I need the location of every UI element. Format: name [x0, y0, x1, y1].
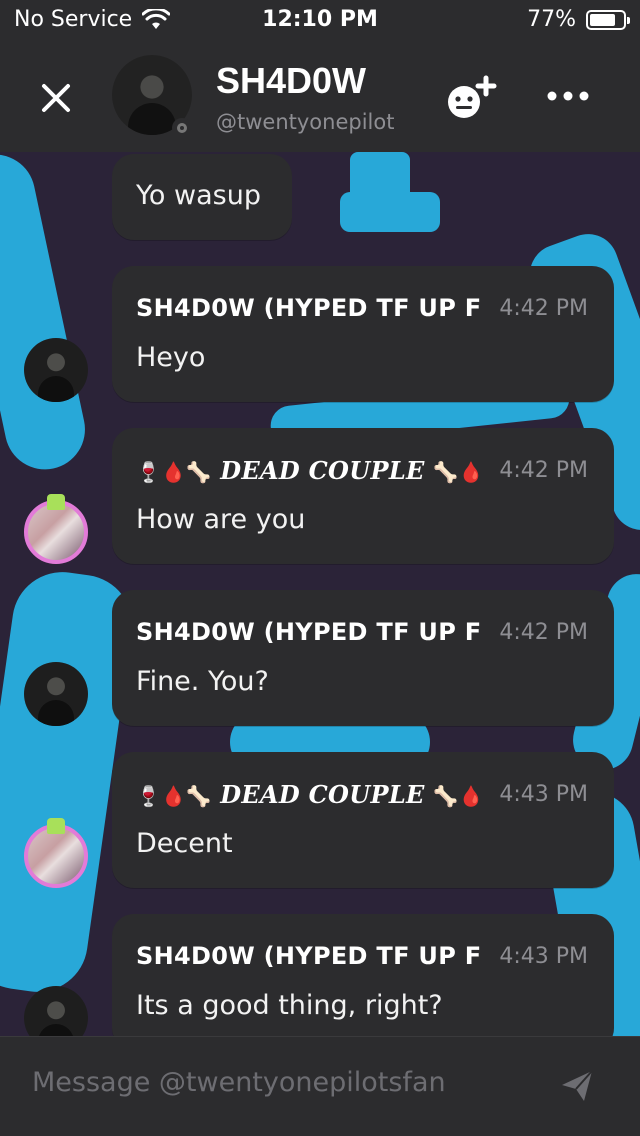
avatar[interactable] [24, 662, 88, 726]
author-name: DEAD COUPLE [220, 456, 425, 485]
status-bar: No Service 12:10 PM 77% [0, 0, 640, 40]
message-time: 4:42 PM [499, 458, 588, 483]
message-text: Fine. You? [136, 666, 269, 697]
message-bubble[interactable]: SH4D0W (HYPED TF UP FO 4:42 PM Heyo [112, 266, 614, 402]
author-suffix: 🦴🩸 [433, 460, 480, 484]
battery-icon [586, 9, 630, 30]
more-icon[interactable] [546, 88, 590, 104]
message-time: 4:42 PM [499, 620, 588, 645]
close-icon[interactable] [36, 78, 76, 118]
dm-header: SH4D0W @twentyonepilot [0, 40, 640, 152]
message-bubble[interactable]: SH4D0W (HYPED TF UP FO 4:42 PM Fine. You… [112, 590, 614, 726]
recipient-handle: @twentyonepilot [216, 110, 395, 134]
message-composer[interactable]: Message @twentyonepilotsfan [0, 1036, 640, 1136]
battery-percent: 77% [527, 7, 576, 32]
message-list[interactable]: Yo wasup SH4D0W (HYPED TF UP FO 4:42 PM … [0, 152, 640, 1036]
message-bubble[interactable]: Yo wasup [112, 154, 292, 240]
avatar[interactable] [24, 986, 88, 1036]
author-suffix: 🦴🩸 [433, 784, 480, 808]
message-author[interactable]: 🍷🩸🦴 DEAD COUPLE 🦴🩸 [136, 780, 480, 809]
message-bubble[interactable]: 🍷🩸🦴 DEAD COUPLE 🦴🩸 4:43 PM Decent [112, 752, 614, 888]
wallpaper-shape [340, 192, 440, 232]
message-text: Its a good thing, right? [136, 990, 443, 1021]
message-text: Yo wasup [136, 180, 261, 211]
offline-status-icon [172, 118, 192, 138]
wallpaper-shape [0, 152, 93, 477]
message-text: Decent [136, 828, 233, 859]
author-emoji: 🍷🩸🦴 [136, 460, 212, 484]
message-author[interactable]: SH4D0W (HYPED TF UP FO [136, 618, 480, 646]
message-input[interactable]: Message @twentyonepilotsfan [32, 1067, 446, 1098]
crown-icon [47, 818, 65, 834]
author-emoji: 🍷🩸🦴 [136, 784, 212, 808]
message-text: Heyo [136, 342, 206, 373]
message-bubble[interactable]: 🍷🩸🦴 DEAD COUPLE 🦴🩸 4:42 PM How are you [112, 428, 614, 564]
recipient-name[interactable]: SH4D0W [216, 60, 398, 102]
avatar[interactable] [24, 338, 88, 402]
author-name: DEAD COUPLE [220, 780, 425, 809]
message-author[interactable]: 🍷🩸🦴 DEAD COUPLE 🦴🩸 [136, 456, 480, 485]
message-text: How are you [136, 504, 306, 535]
message-time: 4:43 PM [499, 782, 588, 807]
send-icon[interactable] [560, 1069, 594, 1103]
message-author[interactable]: SH4D0W (HYPED TF UP FO [136, 942, 480, 970]
message-time: 4:42 PM [499, 296, 588, 321]
message-bubble[interactable]: SH4D0W (HYPED TF UP FO 4:43 PM Its a goo… [112, 914, 614, 1036]
add-friend-icon[interactable] [444, 74, 500, 124]
message-author[interactable]: SH4D0W (HYPED TF UP FO [136, 294, 480, 322]
message-time: 4:43 PM [499, 944, 588, 969]
crown-icon [47, 494, 65, 510]
